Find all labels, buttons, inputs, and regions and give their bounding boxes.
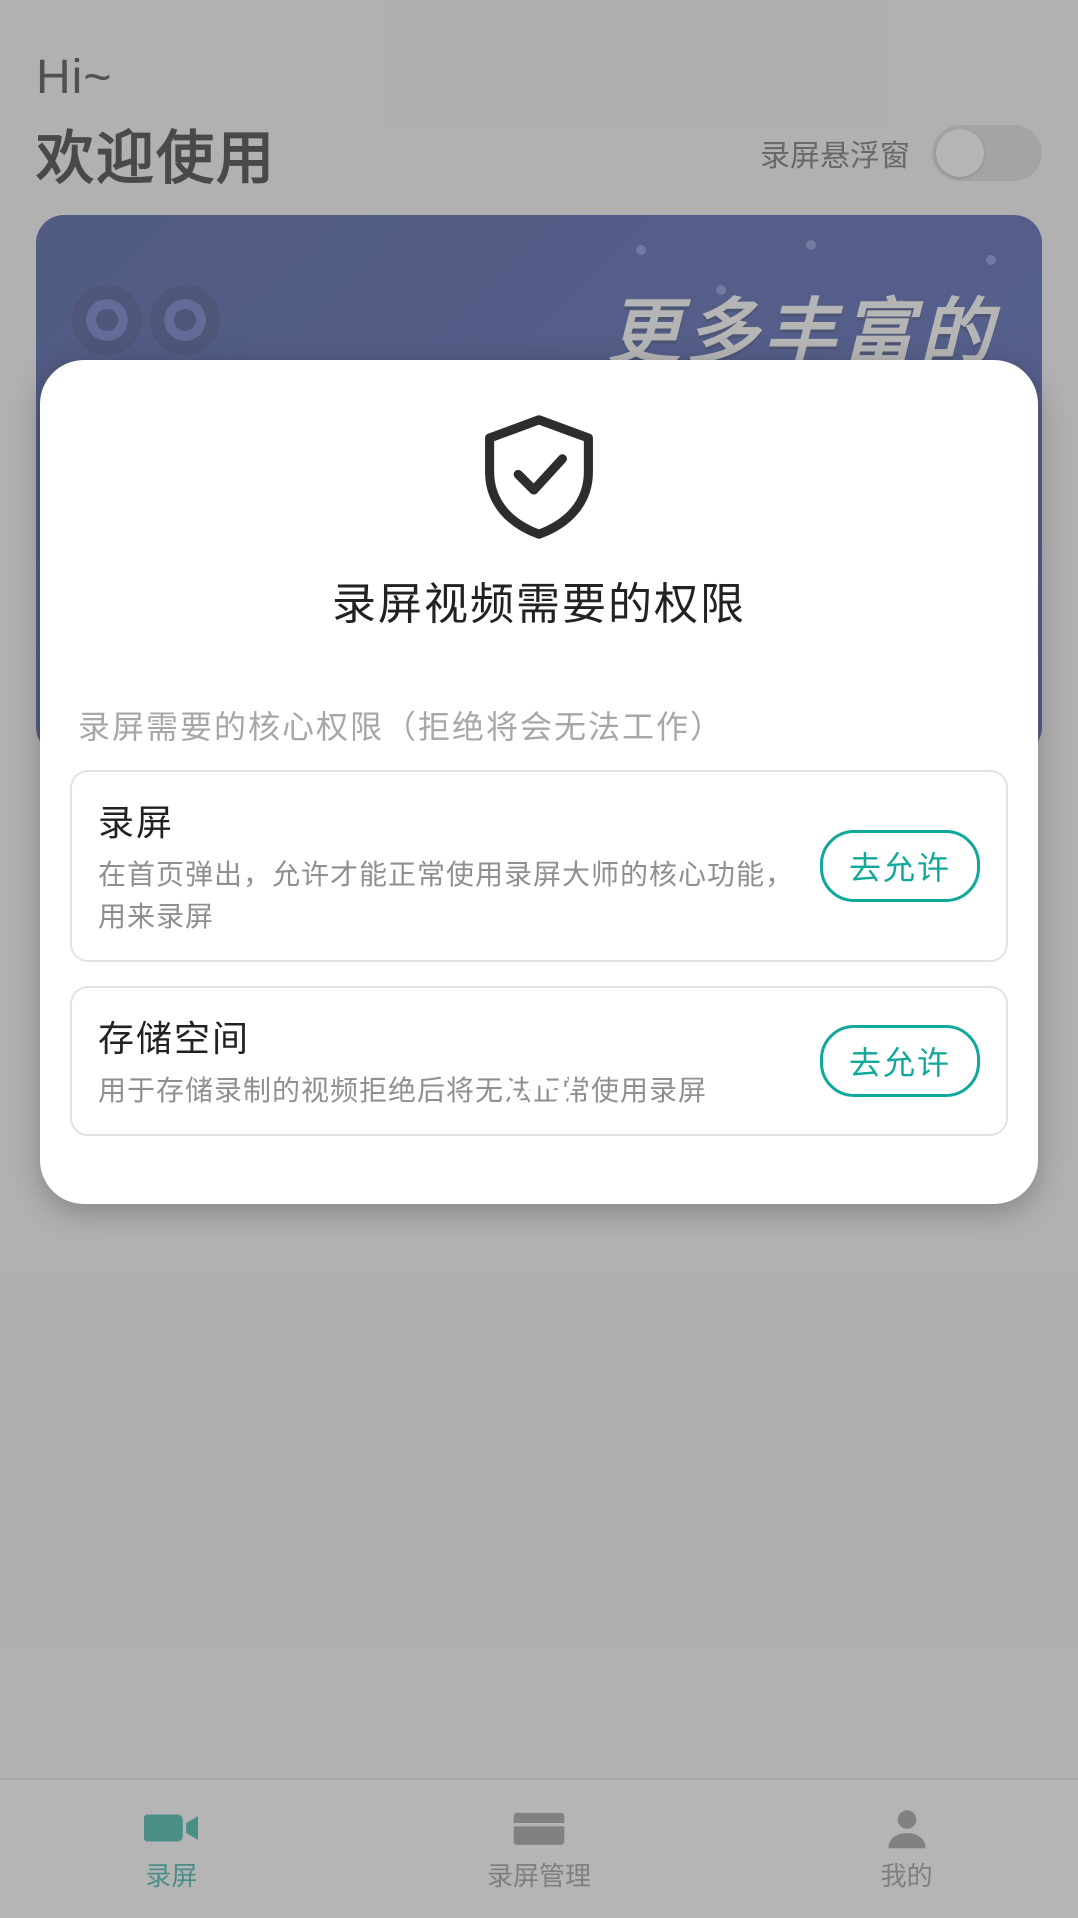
dialog-subtitle: 录屏需要的核心权限（拒绝将会无法工作） — [78, 702, 1000, 748]
allow-storage-button[interactable]: 去允许 — [820, 1025, 980, 1097]
permission-desc: 在首页弹出，允许才能正常使用录屏大师的核心功能，用来录屏 — [98, 854, 798, 938]
dialog-title: 录屏视频需要的权限 — [70, 568, 1008, 632]
shield-check-icon — [70, 412, 1008, 542]
close-icon — [519, 1056, 559, 1096]
permission-name: 录屏 — [98, 794, 798, 846]
permission-desc: 用于存储录制的视频拒绝后将无法正常使用录屏 — [98, 1070, 798, 1112]
permission-name: 存储空间 — [98, 1010, 798, 1062]
permission-text: 存储空间 用于存储录制的视频拒绝后将无法正常使用录屏 — [98, 1010, 798, 1112]
modal-overlay: 录屏视频需要的权限 录屏需要的核心权限（拒绝将会无法工作） 录屏 在首页弹出，允… — [0, 0, 1078, 1918]
allow-record-button[interactable]: 去允许 — [820, 830, 980, 902]
close-dialog-button[interactable] — [503, 1040, 575, 1112]
permission-text: 录屏 在首页弹出，允许才能正常使用录屏大师的核心功能，用来录屏 — [98, 794, 798, 938]
permission-card-record: 录屏 在首页弹出，允许才能正常使用录屏大师的核心功能，用来录屏 去允许 — [70, 770, 1008, 962]
